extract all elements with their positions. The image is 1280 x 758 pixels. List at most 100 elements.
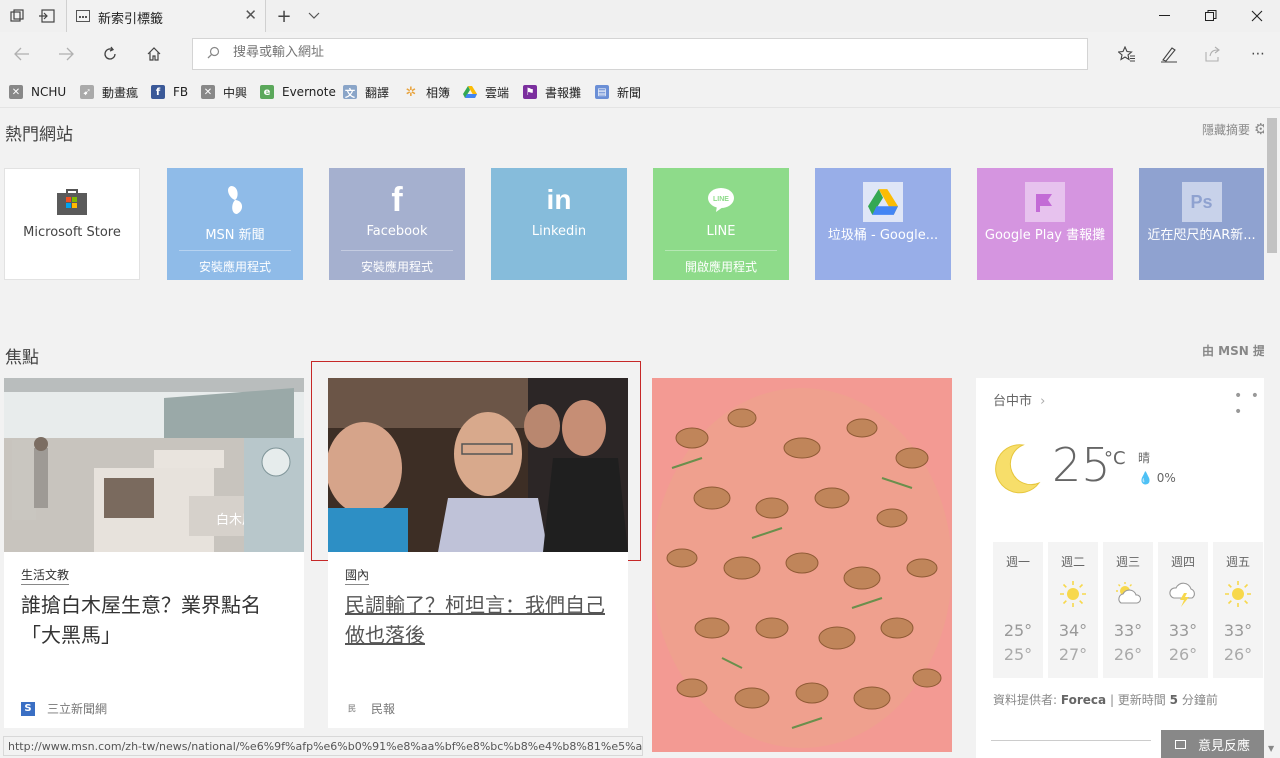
raindrop-icon: 💧 [1138, 471, 1153, 485]
feedback-button[interactable]: 意見反應 [1161, 730, 1264, 758]
weather-more-options[interactable]: • • • [1234, 388, 1264, 420]
tile-ar-article[interactable]: Ps 近在咫尺的AR新... [1139, 168, 1264, 280]
weather-city[interactable]: 台中市 › [993, 390, 1045, 409]
tile-label: LINE [706, 224, 736, 239]
forecast-day[interactable]: 週五 33° 26° [1213, 542, 1263, 678]
article-image-politics[interactable] [328, 378, 628, 552]
tab-actions-icon[interactable] [7, 6, 27, 26]
article-source: S 三立新聞網 [21, 700, 107, 717]
news-card-hovered[interactable]: 國內 民調輸了？柯坦言：我們自己做也落後 民 民報 [328, 378, 628, 728]
tab-preview-chevron-icon[interactable] [304, 6, 324, 26]
favorite-newsstand[interactable]: ⚑ 書報攤 [523, 84, 581, 100]
search-icon [207, 46, 220, 63]
hide-feed-link[interactable]: 隱藏摘要 [1202, 121, 1250, 138]
active-tab[interactable]: 新索引標籤 ✕ [66, 0, 266, 32]
address-input[interactable] [233, 45, 1033, 60]
rain-chance: 💧 0% [1138, 471, 1176, 485]
temperature-unit[interactable]: °C [1104, 448, 1126, 469]
favorite-nchu[interactable]: ✕ NCHU [9, 84, 66, 100]
news-card[interactable]: 白木屋 生活文教 誰搶白木屋生意？業界點名「大黑馬」 S 三立新聞網 [4, 378, 304, 728]
tile-line[interactable]: LINE LINE 開啟應用程式 [653, 168, 789, 280]
favorite-label: 相簿 [426, 85, 451, 100]
web-note-pen-icon[interactable] [1157, 42, 1181, 66]
close-tab-icon[interactable]: ✕ [244, 6, 257, 24]
favorite-animation[interactable]: ➹ 動畫瘋 [80, 84, 138, 100]
forecast-day[interactable]: 週一 25° 25° [993, 542, 1043, 678]
article-category[interactable]: 國內 [345, 566, 370, 585]
restore-icon[interactable] [1188, 0, 1234, 32]
tile-google-drive-trash[interactable]: 垃圾桶 - Google... [815, 168, 951, 280]
back-arrow-icon[interactable] [10, 42, 34, 66]
article-category[interactable]: 生活文教 [21, 566, 70, 585]
share-icon[interactable] [1201, 42, 1225, 66]
favorite-nchu-2[interactable]: ✕ 中興 [201, 84, 247, 100]
favorite-translate[interactable]: 文 翻譯 [343, 84, 389, 100]
forecast-day[interactable]: 週三 33° 26° [1103, 542, 1153, 678]
address-bar[interactable] [192, 38, 1088, 70]
scrollbar-thumb[interactable] [1267, 118, 1277, 253]
animation-icon: ➹ [80, 85, 94, 99]
status-bar-url: http://www.msn.com/zh-tw/news/national/%… [3, 736, 643, 756]
day-name: 週四 [1170, 555, 1195, 569]
store-icon [54, 183, 90, 219]
favorites-star-icon[interactable] [1115, 42, 1139, 66]
day-low: 26° [1223, 645, 1253, 664]
tile-label: Microsoft Store [23, 225, 121, 240]
tab-bar: 新索引標籤 ✕ + [0, 0, 1280, 32]
scroll-down-arrow-icon[interactable]: ▼ [1268, 744, 1274, 753]
set-tabs-aside-icon[interactable] [37, 6, 57, 26]
chevron-right-icon: › [1040, 394, 1046, 409]
updated-prefix: | 更新時間 [1109, 693, 1166, 707]
source-name: 民報 [371, 702, 396, 716]
tile-facebook[interactable]: f Facebook 安裝應用程式 [329, 168, 465, 280]
divider [991, 740, 1151, 741]
home-icon[interactable] [142, 42, 166, 66]
tile-google-play-newsstand[interactable]: Google Play 書報攤 [977, 168, 1113, 280]
sun-icon [1213, 578, 1263, 610]
facebook-icon: f [151, 85, 165, 99]
install-app-button[interactable]: 安裝應用程式 [179, 250, 291, 275]
translate-icon: 文 [343, 85, 357, 100]
tile-linkedin[interactable]: in Linkedin [491, 168, 627, 280]
navigation-bar: ⋯ [0, 32, 1280, 76]
tile-microsoft-store[interactable]: Microsoft Store [4, 168, 140, 280]
focus-heading: 焦點 [5, 348, 39, 368]
article-title-link[interactable]: 民調輸了？柯坦言：我們自己做也落後 [345, 590, 615, 650]
day-name: 週二 [1060, 555, 1085, 569]
more-options-icon[interactable]: ⋯ [1246, 42, 1270, 66]
photos-icon: ✲ [405, 84, 417, 100]
forecast-day[interactable]: 週四 33° 26° [1158, 542, 1208, 678]
favorite-photos[interactable]: ✲ 相簿 [404, 84, 450, 100]
tile-label: Facebook [366, 224, 428, 239]
new-tab-plus-icon[interactable]: + [274, 6, 294, 27]
weather-card: 台中市 › • • • 25 °C 晴 💧 0% 週一 25° 25° 週二 3… [976, 378, 1264, 758]
article-image-shop[interactable]: 白木屋 [4, 378, 304, 552]
newsstand-icon: ⚑ [523, 85, 537, 99]
refresh-icon[interactable] [98, 42, 122, 66]
favorite-evernote[interactable]: e Evernote [260, 84, 336, 100]
favorite-fb[interactable]: f FB [151, 84, 188, 100]
updated-suffix: 分鐘前 [1181, 693, 1218, 707]
city-name: 台中市 [993, 394, 1033, 409]
forward-arrow-icon[interactable] [54, 42, 78, 66]
article-image-food[interactable] [652, 378, 952, 752]
peoplenews-logo-icon: 民 [345, 701, 359, 716]
forecast-day[interactable]: 週二 34° 27° [1048, 542, 1098, 678]
minimize-icon[interactable] [1142, 0, 1188, 32]
favorite-label: 翻譯 [365, 85, 390, 100]
favorite-label: Evernote [282, 85, 336, 99]
page-scrollbar[interactable]: ▼ [1264, 108, 1280, 758]
rain-value: 0% [1156, 471, 1176, 485]
day-low: 26° [1168, 645, 1198, 664]
day-high: 25° [1003, 621, 1033, 640]
article-title[interactable]: 誰搶白木屋生意？業界點名「大黑馬」 [21, 590, 291, 650]
current-temperature: 25 [1052, 438, 1111, 492]
install-app-button[interactable]: 安裝應用程式 [341, 250, 453, 275]
open-app-button[interactable]: 開啟應用程式 [665, 250, 777, 275]
tab-title: 新索引標籤 [98, 12, 164, 27]
provider-name[interactable]: Foreca [1061, 693, 1106, 707]
close-window-icon[interactable] [1234, 0, 1280, 32]
favorite-drive[interactable]: 雲端 [463, 84, 509, 100]
favorite-news[interactable]: ▤ 新聞 [595, 84, 641, 100]
tile-msn-news[interactable]: MSN 新聞 安裝應用程式 [167, 168, 303, 280]
